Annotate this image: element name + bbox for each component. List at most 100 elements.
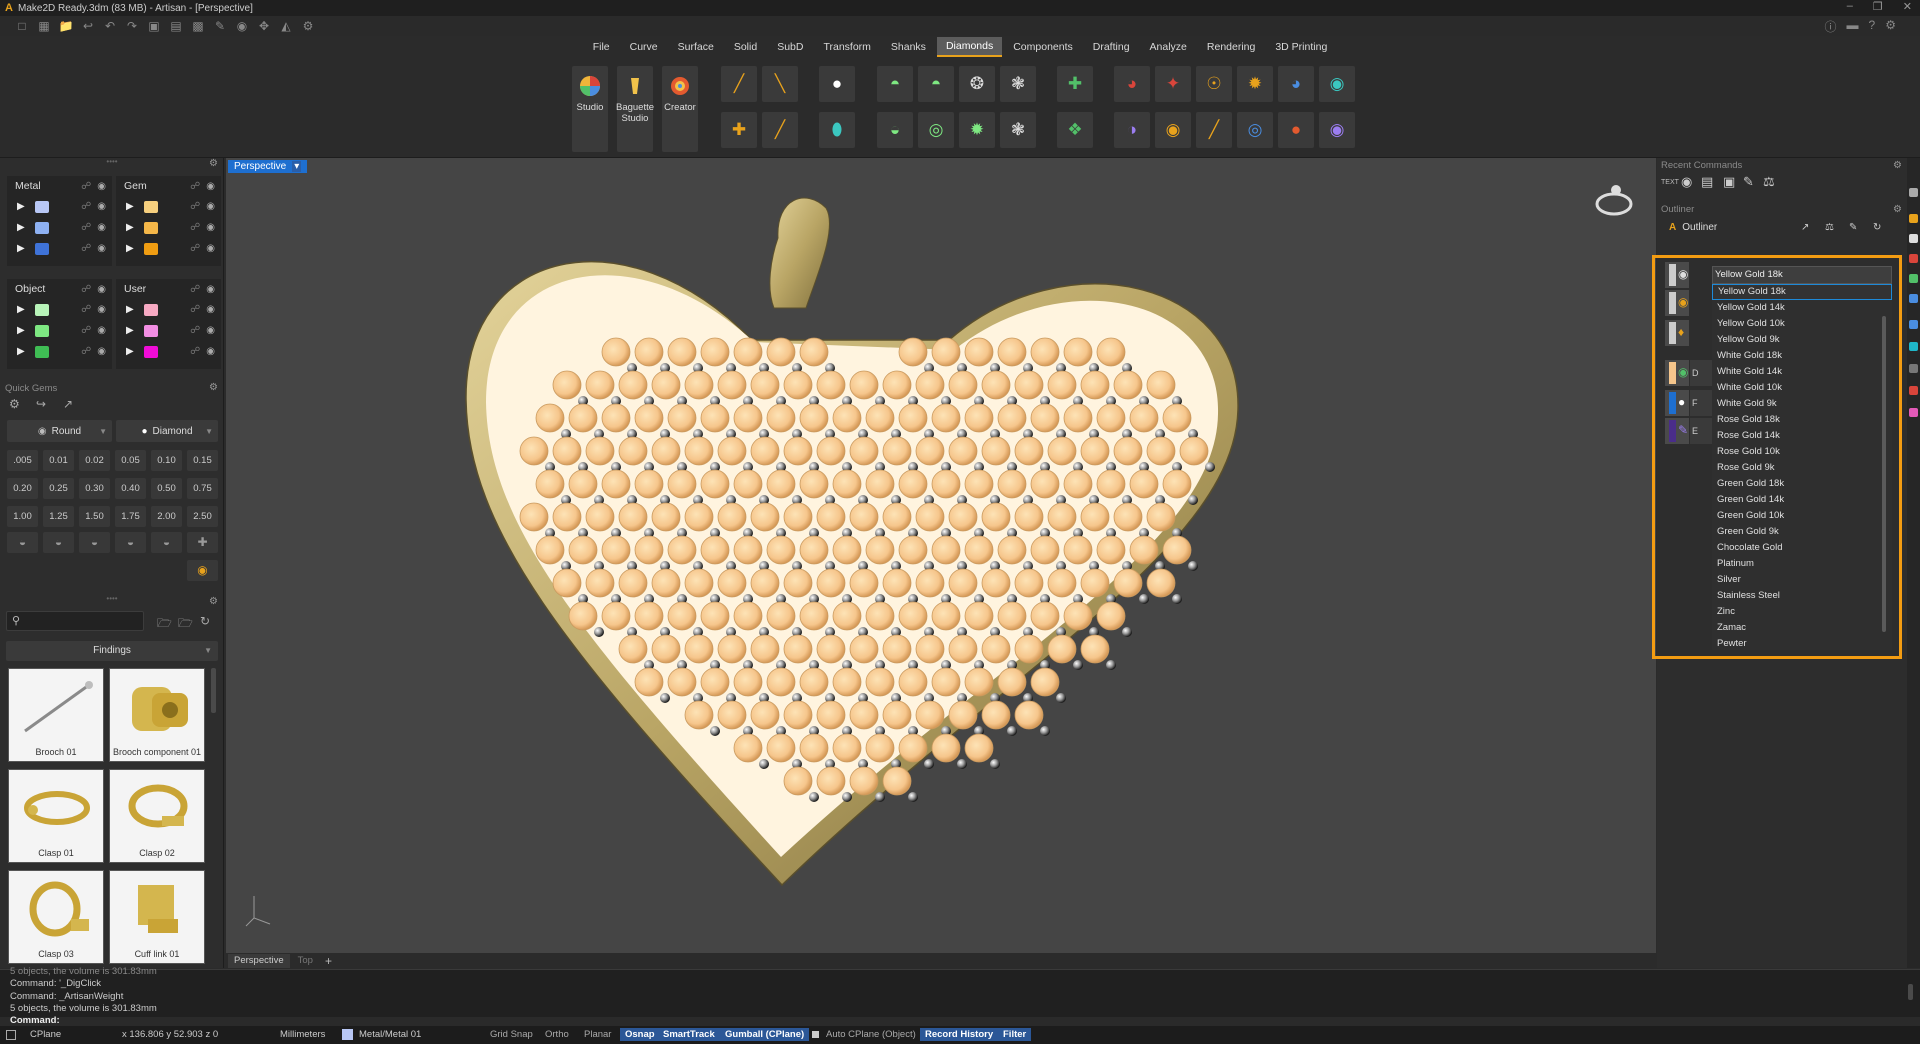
osnap-toggle[interactable]: Osnap: [620, 1028, 660, 1041]
lock-icon[interactable]: ☍: [81, 325, 91, 336]
play-icon[interactable]: ▶: [126, 222, 140, 233]
library-item-clasp-01[interactable]: Clasp 01: [8, 769, 104, 863]
sphere-command-icon[interactable]: ◉: [1681, 174, 1692, 190]
lock-icon[interactable]: ☍: [190, 201, 200, 212]
gem-size-button[interactable]: 0.10: [151, 450, 182, 471]
play-icon[interactable]: ▶: [126, 325, 140, 336]
tab-diamonds[interactable]: Diamonds: [936, 37, 1003, 57]
creator-button[interactable]: Creator: [662, 66, 698, 152]
tab-components[interactable]: Components: [1004, 38, 1082, 56]
layer-row[interactable]: ▶ ☍ ◉: [7, 320, 112, 341]
cluster-setting-button[interactable]: ❂: [959, 66, 995, 102]
heart-pendant-model[interactable]: [226, 158, 1656, 953]
play-icon[interactable]: ▶: [17, 201, 31, 212]
gem-pick-icon[interactable]: ↗: [63, 397, 73, 411]
layer-row[interactable]: ▶ ☍ ◉: [116, 217, 221, 238]
strip-properties-icon[interactable]: [1909, 320, 1918, 329]
auto-cplane-checkbox[interactable]: [812, 1031, 819, 1038]
gem-size-button[interactable]: 0.05: [115, 450, 146, 471]
layer-color-swatch[interactable]: [144, 242, 158, 255]
pave-grid-button[interactable]: ❃: [1000, 112, 1036, 148]
layer-color-swatch[interactable]: [144, 200, 158, 213]
strip-light-icon[interactable]: [1909, 364, 1918, 373]
edit-icon[interactable]: ✎: [212, 19, 228, 33]
layer-row[interactable]: ▶ ☍ ◉: [7, 217, 112, 238]
gem-spectrum-button[interactable]: ✹: [1237, 66, 1273, 102]
library-category-dropdown[interactable]: Findings ▼: [6, 641, 218, 661]
eye-icon[interactable]: ◉: [97, 181, 106, 192]
gem-color-button[interactable]: ◉: [187, 560, 218, 581]
eye-icon[interactable]: ◉: [97, 346, 106, 357]
gem-size-button[interactable]: 1.75: [115, 506, 146, 527]
balance-icon[interactable]: ⚖: [1825, 222, 1834, 233]
auto-cplane-toggle[interactable]: Auto CPlane (Object): [826, 1029, 916, 1040]
gumball-toggle[interactable]: Gumball (CPlane): [720, 1028, 810, 1041]
new-file-icon[interactable]: □: [14, 19, 30, 33]
pencil-icon[interactable]: ✎: [1849, 222, 1857, 233]
search-input[interactable]: [27, 614, 139, 628]
gem-path-button[interactable]: ╱: [1196, 112, 1232, 148]
gem-size-button[interactable]: 0.25: [43, 478, 74, 499]
tab-surface[interactable]: Surface: [669, 38, 723, 56]
play-icon[interactable]: ▶: [17, 304, 31, 315]
gem-wand-button[interactable]: ◉: [1319, 112, 1355, 148]
play-icon[interactable]: ▶: [126, 201, 140, 212]
layer-row[interactable]: ▶ ☍ ◉: [116, 196, 221, 217]
save-command-icon[interactable]: ▣: [1723, 174, 1735, 190]
cutter-button[interactable]: ❖: [1057, 112, 1093, 148]
eye-icon[interactable]: ◉: [97, 284, 106, 295]
strip-materials-icon[interactable]: [1909, 274, 1918, 283]
strip-library-icon[interactable]: [1909, 408, 1918, 417]
spread-gems-button[interactable]: ╱: [762, 112, 798, 148]
gem-size-button[interactable]: 0.15: [187, 450, 218, 471]
restore-icon[interactable]: ❐: [1873, 0, 1883, 13]
gear-icon[interactable]: ⚙: [209, 596, 218, 607]
gem-wheel-button[interactable]: ◉: [1155, 112, 1191, 148]
move-icon[interactable]: ✥: [256, 19, 272, 33]
gem-size-button[interactable]: 0.40: [115, 478, 146, 499]
lock-icon[interactable]: ☍: [81, 222, 91, 233]
gem-size-button[interactable]: .005: [7, 450, 38, 471]
library-folder-icon[interactable]: 🗁: [178, 614, 193, 635]
panel-toggle-icon[interactable]: [6, 1030, 16, 1040]
minimize-icon[interactable]: –: [1847, 0, 1853, 13]
lock-icon[interactable]: ☍: [81, 243, 91, 254]
layer-row[interactable]: ▶ ☍ ◉: [7, 299, 112, 320]
library-item-brooch-01[interactable]: Brooch 01: [8, 668, 104, 762]
strip-help-icon[interactable]: [1909, 386, 1918, 395]
gem-search-button[interactable]: ☉: [1196, 66, 1232, 102]
eye-icon[interactable]: ◉: [97, 201, 106, 212]
layer-color-swatch[interactable]: [144, 324, 158, 337]
layer-swatch[interactable]: [342, 1029, 353, 1040]
layer-row[interactable]: ▶ ☍ ◉: [116, 320, 221, 341]
eye-icon[interactable]: ◉: [206, 346, 215, 357]
library-item-brooch-component-01[interactable]: Brooch component 01: [109, 668, 205, 762]
layer-color-swatch[interactable]: [144, 221, 158, 234]
cushion-setting-icon[interactable]: ◒: [79, 532, 110, 553]
gem-material-dropdown[interactable]: ● Diamond ▼: [116, 420, 218, 442]
marquise-setting-icon[interactable]: ◒: [151, 532, 182, 553]
grid-snap-toggle[interactable]: Grid Snap: [490, 1029, 533, 1040]
layer-row[interactable]: ▶ ☍ ◉: [7, 196, 112, 217]
eye-icon[interactable]: ◉: [97, 222, 106, 233]
gem-shield-button[interactable]: ✦: [1155, 66, 1191, 102]
tab-top[interactable]: Top: [292, 954, 319, 968]
ring-setting-button[interactable]: ◎: [918, 112, 954, 148]
gem-size-button[interactable]: 1.25: [43, 506, 74, 527]
prong-setting-button[interactable]: ◓: [877, 66, 913, 102]
tab-subd[interactable]: SubD: [768, 38, 812, 56]
tab-solid[interactable]: Solid: [725, 38, 766, 56]
play-icon[interactable]: ▶: [126, 346, 140, 357]
brush-command-icon[interactable]: ✎: [1743, 174, 1754, 190]
gem-size-button[interactable]: 0.20: [7, 478, 38, 499]
new-template-icon[interactable]: ▦: [36, 19, 52, 33]
units[interactable]: Millimeters: [280, 1029, 325, 1040]
gem-settings-icon[interactable]: ⚙: [9, 397, 20, 411]
layer-color-swatch[interactable]: [35, 200, 49, 213]
scale-icon[interactable]: ◭: [278, 19, 294, 33]
strip-artisan-icon[interactable]: [1909, 214, 1918, 223]
layer-color-swatch[interactable]: [35, 303, 49, 316]
weight-command-icon[interactable]: ⚖: [1763, 174, 1775, 190]
layer-color-swatch[interactable]: [35, 221, 49, 234]
eye-icon[interactable]: ◉: [206, 222, 215, 233]
